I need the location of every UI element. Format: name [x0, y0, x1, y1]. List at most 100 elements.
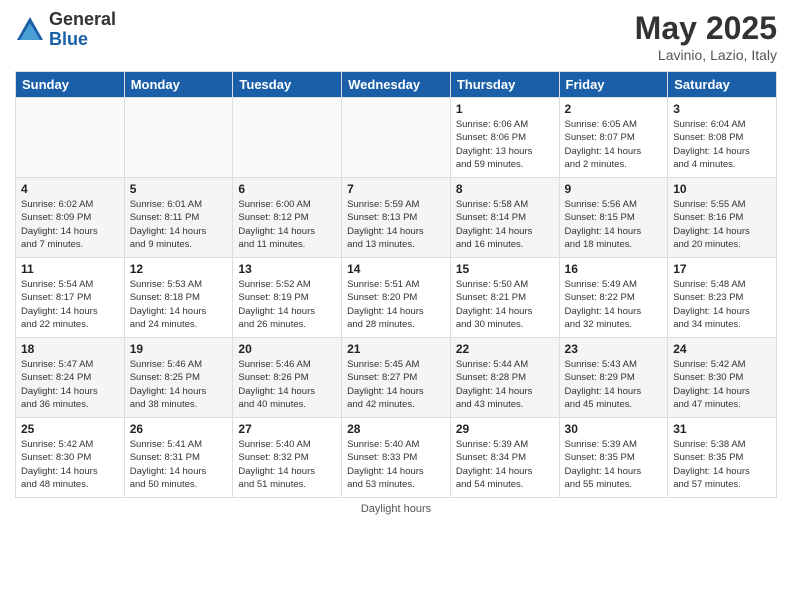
month-title: May 2025 — [635, 10, 777, 47]
day-info: Sunrise: 5:42 AM Sunset: 8:30 PM Dayligh… — [673, 358, 771, 411]
day-info: Sunrise: 5:47 AM Sunset: 8:24 PM Dayligh… — [21, 358, 119, 411]
day-number: 27 — [238, 422, 336, 436]
day-info: Sunrise: 6:00 AM Sunset: 8:12 PM Dayligh… — [238, 198, 336, 251]
calendar-cell: 10Sunrise: 5:55 AM Sunset: 8:16 PM Dayli… — [668, 178, 777, 258]
logo-general: General — [49, 10, 116, 30]
calendar-cell: 24 Sunrise: 5:42 AM Sunset: 8:30 PM Dayli… — [668, 338, 777, 418]
day-number: 12 — [130, 262, 228, 276]
day-number: 16 — [565, 262, 663, 276]
day-info: Sunrise: 5:52 AM Sunset: 8:19 PM Dayligh… — [238, 278, 336, 331]
day-info: Sunrise: 5:48 AM Sunset: 8:23 PM Dayligh… — [673, 278, 771, 331]
day-number: 31 — [673, 422, 771, 436]
calendar-week-4: 18Sunrise: 5:47 AM Sunset: 8:24 PM Dayli… — [16, 338, 777, 418]
calendar-cell: 2 Sunrise: 6:05 AM Sunset: 8:07 PM Daylig… — [559, 98, 668, 178]
day-number: 24 — [673, 342, 771, 356]
day-number: 20 — [238, 342, 336, 356]
calendar-header-saturday: Saturday — [668, 72, 777, 98]
day-number: 28 — [347, 422, 445, 436]
calendar-cell: 20 Sunrise: 5:46 AM Sunset: 8:26 PM Dayli… — [233, 338, 342, 418]
header: General Blue May 2025 Lavinio, Lazio, It… — [15, 10, 777, 63]
calendar-cell: 31 Sunrise: 5:38 AM Sunset: 8:35 PM Dayli… — [668, 418, 777, 498]
calendar-cell: 1 Sunrise: 6:06 AM Sunset: 8:06 PM Daylig… — [450, 98, 559, 178]
calendar-cell: 4 Sunrise: 6:02 AM Sunset: 8:09 PM Daylig… — [16, 178, 125, 258]
day-info: Sunrise: 5:39 AM Sunset: 8:35 PM Dayligh… — [565, 438, 663, 491]
logo-text: General Blue — [49, 10, 116, 50]
day-number: 11 — [21, 262, 119, 276]
footer-text: Daylight hours — [361, 503, 431, 515]
day-info: Sunrise: 6:04 AM Sunset: 8:08 PM Dayligh… — [673, 118, 771, 171]
calendar-cell: 26 Sunrise: 5:41 AM Sunset: 8:31 PM Dayli… — [124, 418, 233, 498]
calendar-header-row: SundayMondayTuesdayWednesdayThursdayFrid… — [16, 72, 777, 98]
calendar-cell: 6 Sunrise: 6:00 AM Sunset: 8:12 PM Daylig… — [233, 178, 342, 258]
logo-icon — [15, 15, 45, 45]
day-info: Sunrise: 5:49 AM Sunset: 8:22 PM Dayligh… — [565, 278, 663, 331]
day-info: Sunrise: 5:51 AM Sunset: 8:20 PM Dayligh… — [347, 278, 445, 331]
day-number: 8 — [456, 182, 554, 196]
day-number: 17 — [673, 262, 771, 276]
calendar-week-5: 25 Sunrise: 5:42 AM Sunset: 8:30 PM Dayli… — [16, 418, 777, 498]
calendar-cell: 9 Sunrise: 5:56 AM Sunset: 8:15 PM Daylig… — [559, 178, 668, 258]
day-number: 1 — [456, 102, 554, 116]
day-info: Sunrise: 5:40 AM Sunset: 8:33 PM Dayligh… — [347, 438, 445, 491]
day-number: 9 — [565, 182, 663, 196]
day-info: Sunrise: 5:46 AM Sunset: 8:25 PM Dayligh… — [130, 358, 228, 411]
day-info: Sunrise: 6:01 AM Sunset: 8:11 PM Dayligh… — [130, 198, 228, 251]
day-number: 14 — [347, 262, 445, 276]
calendar-cell: 23Sunrise: 5:43 AM Sunset: 8:29 PM Dayli… — [559, 338, 668, 418]
footer: Daylight hours — [15, 503, 777, 515]
day-info: Sunrise: 5:43 AM Sunset: 8:29 PM Dayligh… — [565, 358, 663, 411]
calendar-cell: 25 Sunrise: 5:42 AM Sunset: 8:30 PM Dayli… — [16, 418, 125, 498]
day-number: 10 — [673, 182, 771, 196]
day-info: Sunrise: 5:59 AM Sunset: 8:13 PM Dayligh… — [347, 198, 445, 251]
calendar-cell: 28 Sunrise: 5:40 AM Sunset: 8:33 PM Dayli… — [342, 418, 451, 498]
calendar-cell: 12 Sunrise: 5:53 AM Sunset: 8:18 PM Dayli… — [124, 258, 233, 338]
calendar-week-1: 1 Sunrise: 6:06 AM Sunset: 8:06 PM Daylig… — [16, 98, 777, 178]
day-info: Sunrise: 5:38 AM Sunset: 8:35 PM Dayligh… — [673, 438, 771, 491]
day-info: Sunrise: 5:46 AM Sunset: 8:26 PM Dayligh… — [238, 358, 336, 411]
calendar-cell: 30 Sunrise: 5:39 AM Sunset: 8:35 PM Dayli… — [559, 418, 668, 498]
day-info: Sunrise: 5:53 AM Sunset: 8:18 PM Dayligh… — [130, 278, 228, 331]
calendar-cell — [16, 98, 125, 178]
day-info: Sunrise: 5:40 AM Sunset: 8:32 PM Dayligh… — [238, 438, 336, 491]
calendar-header-friday: Friday — [559, 72, 668, 98]
calendar-cell: 14 Sunrise: 5:51 AM Sunset: 8:20 PM Dayli… — [342, 258, 451, 338]
calendar-cell: 29 Sunrise: 5:39 AM Sunset: 8:34 PM Dayli… — [450, 418, 559, 498]
day-number: 4 — [21, 182, 119, 196]
day-number: 15 — [456, 262, 554, 276]
day-info: Sunrise: 6:02 AM Sunset: 8:09 PM Dayligh… — [21, 198, 119, 251]
day-info: Sunrise: 6:05 AM Sunset: 8:07 PM Dayligh… — [565, 118, 663, 171]
day-number: 3 — [673, 102, 771, 116]
location: Lavinio, Lazio, Italy — [635, 47, 777, 63]
day-number: 6 — [238, 182, 336, 196]
calendar-cell: 5 Sunrise: 6:01 AM Sunset: 8:11 PM Daylig… — [124, 178, 233, 258]
day-number: 26 — [130, 422, 228, 436]
calendar-cell — [124, 98, 233, 178]
calendar-cell — [342, 98, 451, 178]
day-info: Sunrise: 5:41 AM Sunset: 8:31 PM Dayligh… — [130, 438, 228, 491]
calendar-cell: 11 Sunrise: 5:54 AM Sunset: 8:17 PM Dayli… — [16, 258, 125, 338]
day-info: Sunrise: 5:44 AM Sunset: 8:28 PM Dayligh… — [456, 358, 554, 411]
day-info: Sunrise: 5:50 AM Sunset: 8:21 PM Dayligh… — [456, 278, 554, 331]
day-number: 5 — [130, 182, 228, 196]
calendar-header-sunday: Sunday — [16, 72, 125, 98]
calendar-header-thursday: Thursday — [450, 72, 559, 98]
calendar-week-3: 11 Sunrise: 5:54 AM Sunset: 8:17 PM Dayli… — [16, 258, 777, 338]
day-info: Sunrise: 5:42 AM Sunset: 8:30 PM Dayligh… — [21, 438, 119, 491]
calendar-cell: 16 Sunrise: 5:49 AM Sunset: 8:22 PM Dayli… — [559, 258, 668, 338]
calendar-week-2: 4 Sunrise: 6:02 AM Sunset: 8:09 PM Daylig… — [16, 178, 777, 258]
day-number: 21 — [347, 342, 445, 356]
calendar-header-tuesday: Tuesday — [233, 72, 342, 98]
day-number: 2 — [565, 102, 663, 116]
calendar-cell: 8Sunrise: 5:58 AM Sunset: 8:14 PM Daylig… — [450, 178, 559, 258]
title-block: May 2025 Lavinio, Lazio, Italy — [635, 10, 777, 63]
day-number: 25 — [21, 422, 119, 436]
day-info: Sunrise: 5:39 AM Sunset: 8:34 PM Dayligh… — [456, 438, 554, 491]
logo-blue: Blue — [49, 30, 116, 50]
day-info: Sunrise: 5:56 AM Sunset: 8:15 PM Dayligh… — [565, 198, 663, 251]
day-info: Sunrise: 5:54 AM Sunset: 8:17 PM Dayligh… — [21, 278, 119, 331]
day-number: 7 — [347, 182, 445, 196]
calendar-header-monday: Monday — [124, 72, 233, 98]
day-number: 29 — [456, 422, 554, 436]
day-number: 30 — [565, 422, 663, 436]
day-info: Sunrise: 6:06 AM Sunset: 8:06 PM Dayligh… — [456, 118, 554, 171]
